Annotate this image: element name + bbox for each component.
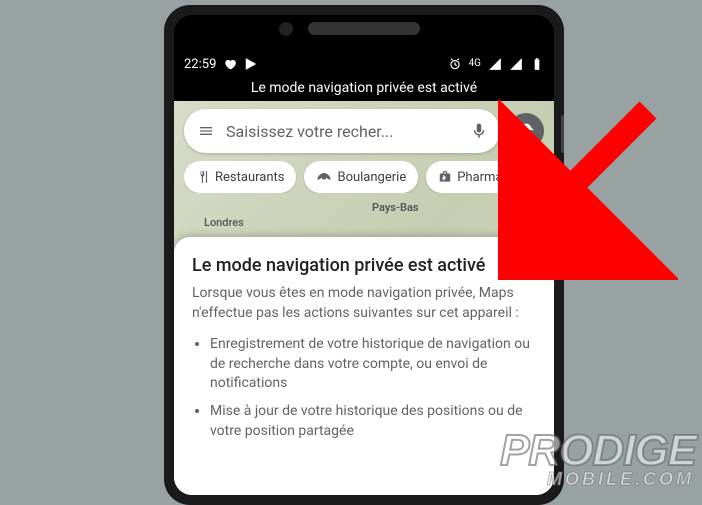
search-bar[interactable]: Saisissez votre recher... — [184, 109, 500, 153]
chip-bakery[interactable]: Boulangerie — [304, 161, 418, 193]
map-label-paysbas: Pays-Bas — [372, 201, 419, 214]
signal-icon — [488, 57, 502, 71]
category-chips: Restaurants Boulangerie Pharmacies — [184, 161, 554, 193]
screen: 22:59 4G Le mode navigation privée est a… — [174, 51, 554, 495]
watermark-sub: MOBILE.COM — [547, 469, 694, 490]
heart-icon — [223, 57, 237, 71]
chip-pharmacy[interactable]: Pharmacies — [426, 161, 538, 193]
clock: 22:59 — [184, 57, 216, 72]
status-bar: 22:59 4G — [174, 51, 554, 77]
power-button — [561, 115, 564, 153]
sheet-title: Le mode navigation privée est activé — [192, 255, 536, 276]
chip-restaurants[interactable]: Restaurants — [184, 161, 296, 193]
map-canvas[interactable]: Londres Pays-Bas Hambu Saisissez votre r… — [174, 101, 554, 495]
incognito-sheet[interactable]: Le mode navigation privée est activé Lor… — [174, 237, 554, 495]
signal-icon-2 — [509, 57, 523, 71]
chip-label: Restaurants — [215, 170, 284, 185]
volume-button — [561, 165, 564, 225]
search-placeholder: Saisissez votre recher... — [226, 122, 460, 141]
speaker-grille — [308, 22, 420, 35]
incognito-notice: Le mode navigation privée est activé — [174, 77, 554, 101]
sheet-bullet: Enregistrement de votre historique de na… — [210, 335, 536, 394]
play-icon — [244, 57, 258, 71]
incognito-avatar[interactable] — [508, 113, 544, 149]
hamburger-icon[interactable] — [196, 123, 216, 139]
mic-icon[interactable] — [470, 120, 488, 142]
chip-label: Pharmacies — [457, 170, 526, 185]
battery-icon — [530, 57, 544, 71]
alarm-icon — [448, 57, 462, 71]
incognito-icon — [515, 120, 537, 142]
network-type: 4G — [469, 59, 481, 69]
croissant-icon — [316, 171, 332, 183]
map-label-londres: Londres — [204, 216, 244, 229]
front-camera — [279, 22, 293, 36]
sheet-bullet: Mise à jour de votre historique des posi… — [210, 402, 536, 441]
pharmacy-icon — [438, 170, 452, 184]
chip-label: Boulangerie — [337, 170, 406, 185]
fork-knife-icon — [196, 170, 210, 184]
sheet-intro: Lorsque vous êtes en mode navigation pri… — [192, 284, 536, 323]
